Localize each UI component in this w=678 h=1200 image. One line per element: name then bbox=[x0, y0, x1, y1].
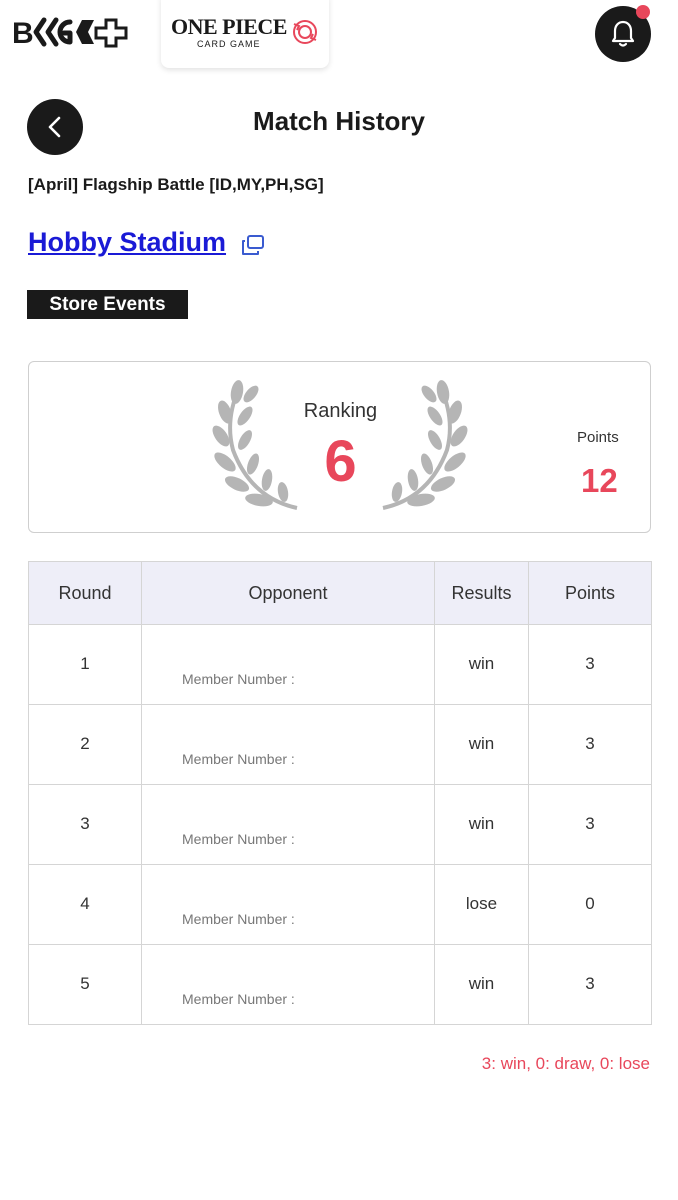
page-title: Match History bbox=[253, 106, 425, 136]
result-cell: win bbox=[434, 944, 529, 1025]
table-header-row: Round Opponent Results Points bbox=[28, 561, 652, 625]
switch-game-icon bbox=[293, 20, 317, 44]
one-piece-game-tab[interactable]: ONE PIECE CARD GAME bbox=[161, 0, 329, 68]
points-cell: 0 bbox=[528, 864, 652, 945]
table-row: 4 Member Number : lose 0 bbox=[28, 864, 652, 945]
result-cell: win bbox=[434, 624, 529, 705]
column-header-results: Results bbox=[434, 561, 529, 625]
column-header-round: Round bbox=[28, 561, 142, 625]
svg-text:B: B bbox=[12, 17, 34, 50]
bandai-tcg-plus-logo[interactable]: B bbox=[12, 14, 136, 50]
round-cell: 5 bbox=[28, 944, 142, 1025]
round-cell: 1 bbox=[28, 624, 142, 705]
opponent-cell: Member Number : bbox=[141, 624, 435, 705]
ranking-label: Ranking bbox=[303, 400, 378, 422]
event-name: [April] Flagship Battle [ID,MY,PH,SG] bbox=[28, 175, 324, 194]
column-header-points: Points bbox=[528, 561, 652, 625]
points-cell: 3 bbox=[528, 624, 652, 705]
column-header-opponent: Opponent bbox=[141, 561, 435, 625]
results-legend: 3: win, 0: draw, 0: lose bbox=[481, 1054, 650, 1073]
notification-badge bbox=[636, 5, 650, 19]
store-name-link[interactable]: Hobby Stadium bbox=[28, 227, 226, 258]
member-number-label: Member Number : bbox=[182, 831, 295, 847]
points-label: Points bbox=[577, 429, 619, 446]
top-bar: B ONE PIECE CARD GAME bbox=[0, 0, 678, 72]
event-type-badge: Store Events bbox=[27, 290, 188, 319]
opponent-cell: Member Number : bbox=[141, 864, 435, 945]
points-value: 12 bbox=[581, 462, 618, 499]
round-cell: 3 bbox=[28, 784, 142, 865]
result-cell: lose bbox=[434, 864, 529, 945]
match-history-table: Round Opponent Results Points 1 Member N… bbox=[28, 561, 652, 1025]
points-cell: 3 bbox=[528, 784, 652, 865]
table-row: 5 Member Number : win 3 bbox=[28, 944, 652, 1025]
member-number-label: Member Number : bbox=[182, 751, 295, 767]
ranking-value: 6 bbox=[324, 429, 357, 494]
round-cell: 4 bbox=[28, 864, 142, 945]
opponent-cell: Member Number : bbox=[141, 704, 435, 785]
game-subtitle: CARD GAME bbox=[197, 39, 261, 49]
ranking-card: Ranking 6 Points 12 bbox=[28, 361, 651, 533]
member-number-label: Member Number : bbox=[182, 991, 295, 1007]
table-row: 3 Member Number : win 3 bbox=[28, 784, 652, 865]
external-link-icon[interactable] bbox=[241, 234, 265, 256]
opponent-cell: Member Number : bbox=[141, 784, 435, 865]
points-cell: 3 bbox=[528, 704, 652, 785]
bell-icon bbox=[611, 20, 635, 47]
result-cell: win bbox=[434, 704, 529, 785]
game-title: ONE PIECE bbox=[171, 14, 287, 39]
points-cell: 3 bbox=[528, 944, 652, 1025]
round-cell: 2 bbox=[28, 704, 142, 785]
table-row: 1 Member Number : win 3 bbox=[28, 624, 652, 705]
result-cell: win bbox=[434, 784, 529, 865]
member-number-label: Member Number : bbox=[182, 671, 295, 687]
member-number-label: Member Number : bbox=[182, 911, 295, 927]
table-row: 2 Member Number : win 3 bbox=[28, 704, 652, 785]
opponent-cell: Member Number : bbox=[141, 944, 435, 1025]
